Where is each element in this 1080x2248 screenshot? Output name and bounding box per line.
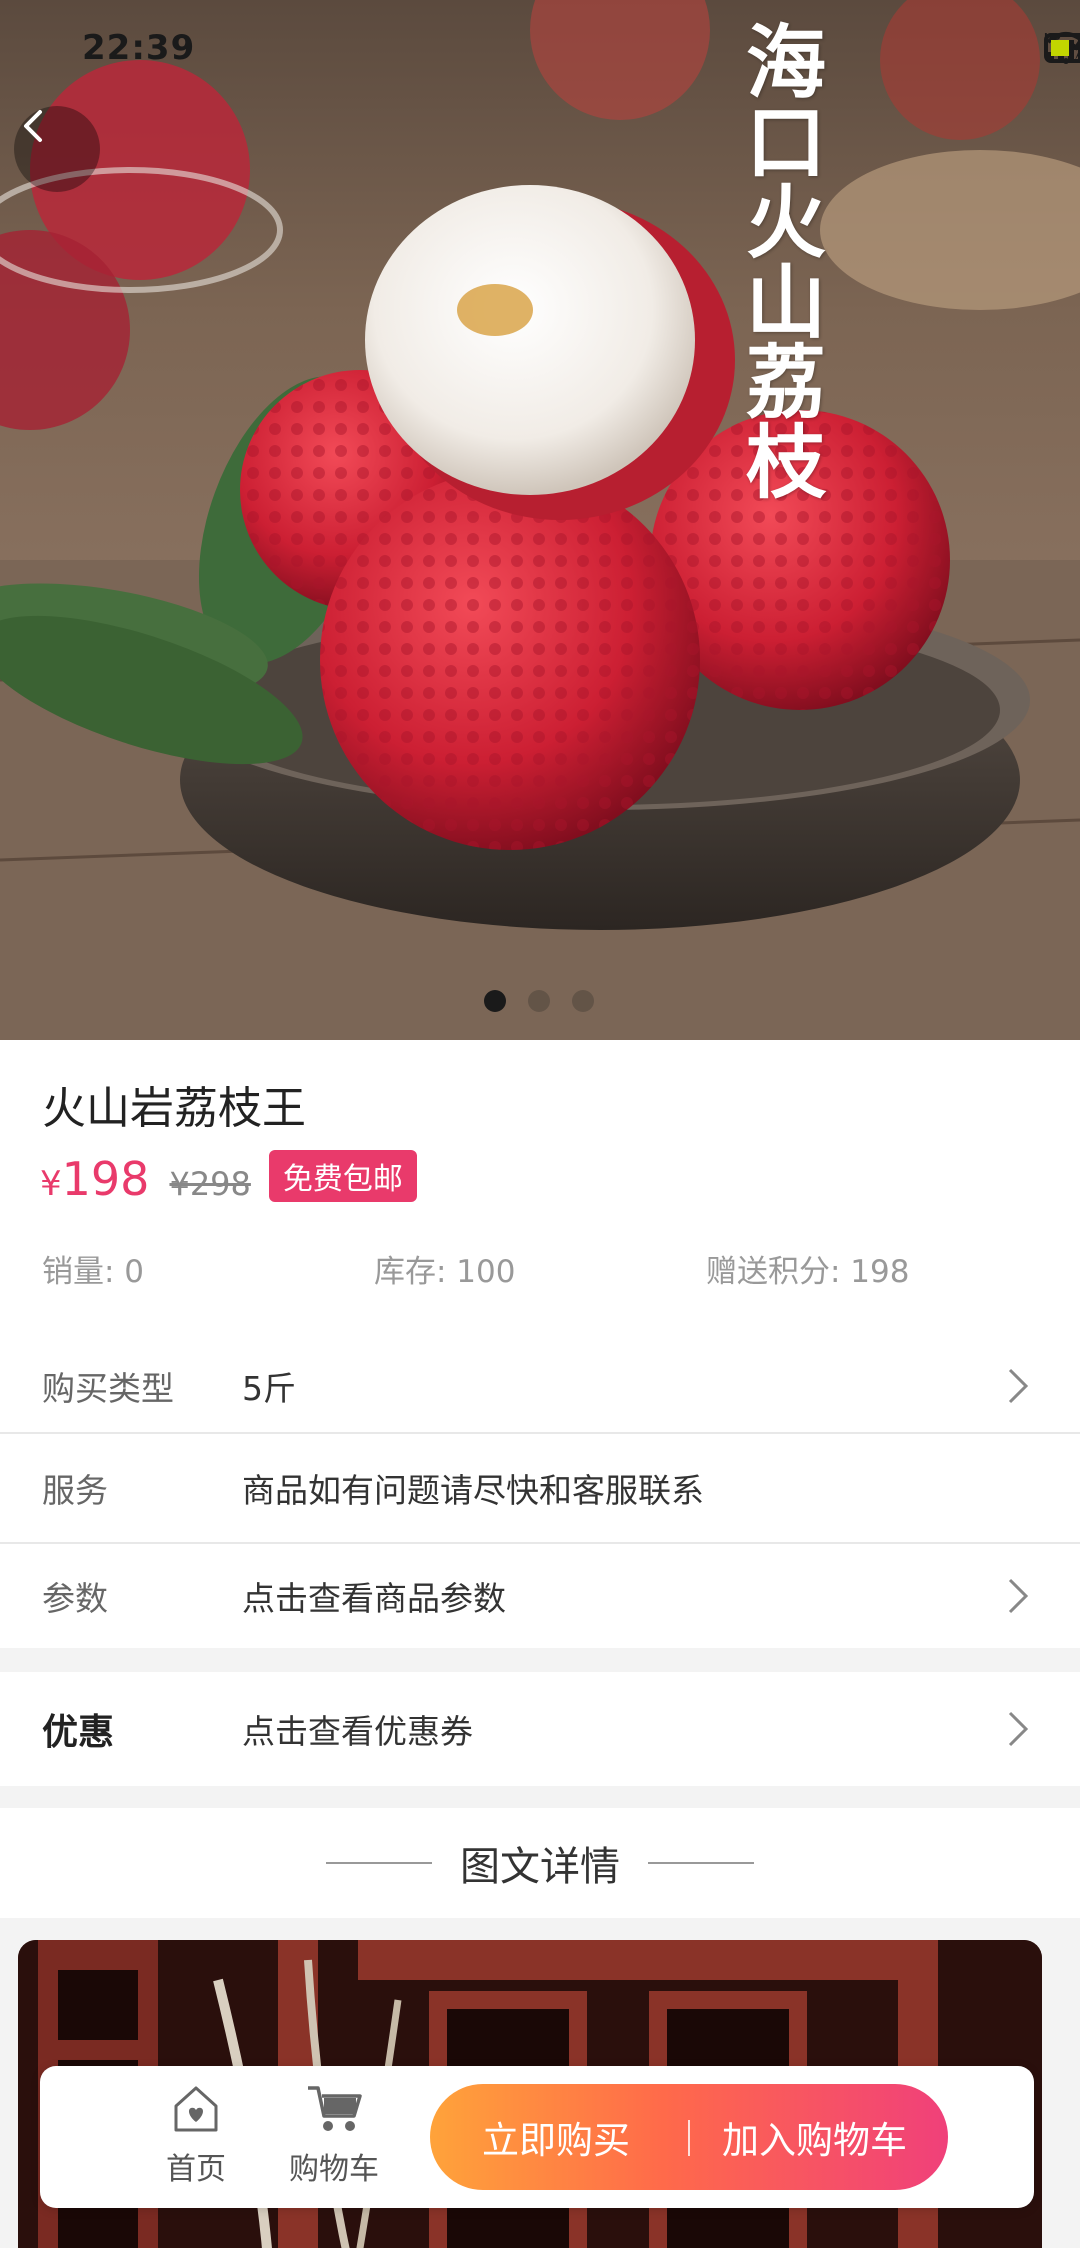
price-row: ¥198 ¥298 免费包邮 <box>40 1150 417 1208</box>
reward-points: 赠送积分: 198 <box>706 1254 910 1290</box>
purchase-action-group: 立即购买 加入购物车 <box>430 2084 948 2190</box>
service-row: 服务 商品如有问题请尽快和客服联系 <box>0 1434 1080 1542</box>
coupon-row[interactable]: 优惠 点击查看优惠券 <box>0 1672 1080 1786</box>
detail-heading: 图文详情 <box>460 1844 620 1890</box>
chevron-right-icon <box>1008 1711 1029 1747</box>
parameters-row[interactable]: 参数 点击查看商品参数 <box>0 1544 1080 1648</box>
product-stats: 销量: 0 库存: 100 赠送积分: 198 <box>42 1246 1042 1291</box>
cart-label: 购物车 <box>289 2152 379 2187</box>
stock-count: 库存: 100 <box>374 1254 516 1290</box>
chevron-right-icon <box>1008 1368 1029 1404</box>
lychee-photo <box>0 0 1080 1040</box>
currency-symbol: ¥ <box>40 1164 62 1204</box>
back-button[interactable] <box>14 106 100 192</box>
price-value: 198 <box>61 1152 150 1206</box>
buy-now-button[interactable]: 立即购买 <box>482 2110 630 2164</box>
divider <box>688 2120 690 2156</box>
row-label: 优惠 <box>42 1712 115 1753</box>
carousel-dot[interactable] <box>484 990 506 1012</box>
hero-calligraphy-title: 海口火山荔枝 <box>733 20 827 500</box>
detail-section-header: 图文详情 <box>0 1808 1080 1918</box>
row-label: 参数 <box>42 1579 108 1618</box>
row-label: 购买类型 <box>42 1369 174 1408</box>
product-title: 火山岩荔枝王 <box>42 1083 306 1134</box>
product-info: 火山岩荔枝王 ¥198 ¥298 免费包邮 销量: 0 库存: 100 赠送积分… <box>0 1040 1080 1340</box>
home-label: 首页 <box>166 2152 226 2187</box>
row-value: 点击查看优惠券 <box>242 1712 473 1751</box>
home-heart-icon <box>174 2086 218 2132</box>
status-time: 22:39 <box>82 28 196 68</box>
bottom-action-bar: 首页 购物车 立即购买 加入购物车 <box>40 2066 1034 2208</box>
sales-count: 销量: 0 <box>42 1254 145 1290</box>
row-value: 商品如有问题请尽快和客服联系 <box>242 1471 704 1510</box>
purchase-type-row[interactable]: 购买类型 5斤 <box>0 1340 1080 1432</box>
current-price: ¥198 <box>40 1152 149 1206</box>
cart-button[interactable]: 购物车 <box>274 2080 394 2188</box>
row-value: 5斤 <box>242 1369 296 1408</box>
divider <box>326 1862 432 1864</box>
battery-icon <box>1044 33 1080 63</box>
home-button[interactable]: 首页 <box>136 2080 256 2188</box>
chevron-right-icon <box>1008 1578 1029 1614</box>
carousel-indicator <box>484 990 594 1012</box>
divider <box>648 1862 754 1864</box>
product-image-carousel[interactable]: 22:39 HD 海口火山荔枝 <box>0 0 1080 1040</box>
carousel-dot[interactable] <box>528 990 550 1012</box>
status-bar: 22:39 HD <box>0 0 1080 100</box>
add-to-cart-button[interactable]: 加入购物车 <box>722 2110 907 2164</box>
carousel-dot[interactable] <box>572 990 594 1012</box>
free-shipping-badge: 免费包邮 <box>268 1150 417 1202</box>
row-value: 点击查看商品参数 <box>242 1579 506 1618</box>
cart-icon <box>308 2086 362 2131</box>
row-label: 服务 <box>42 1471 108 1510</box>
original-price: ¥298 <box>169 1165 251 1203</box>
chevron-left-icon <box>24 110 42 142</box>
